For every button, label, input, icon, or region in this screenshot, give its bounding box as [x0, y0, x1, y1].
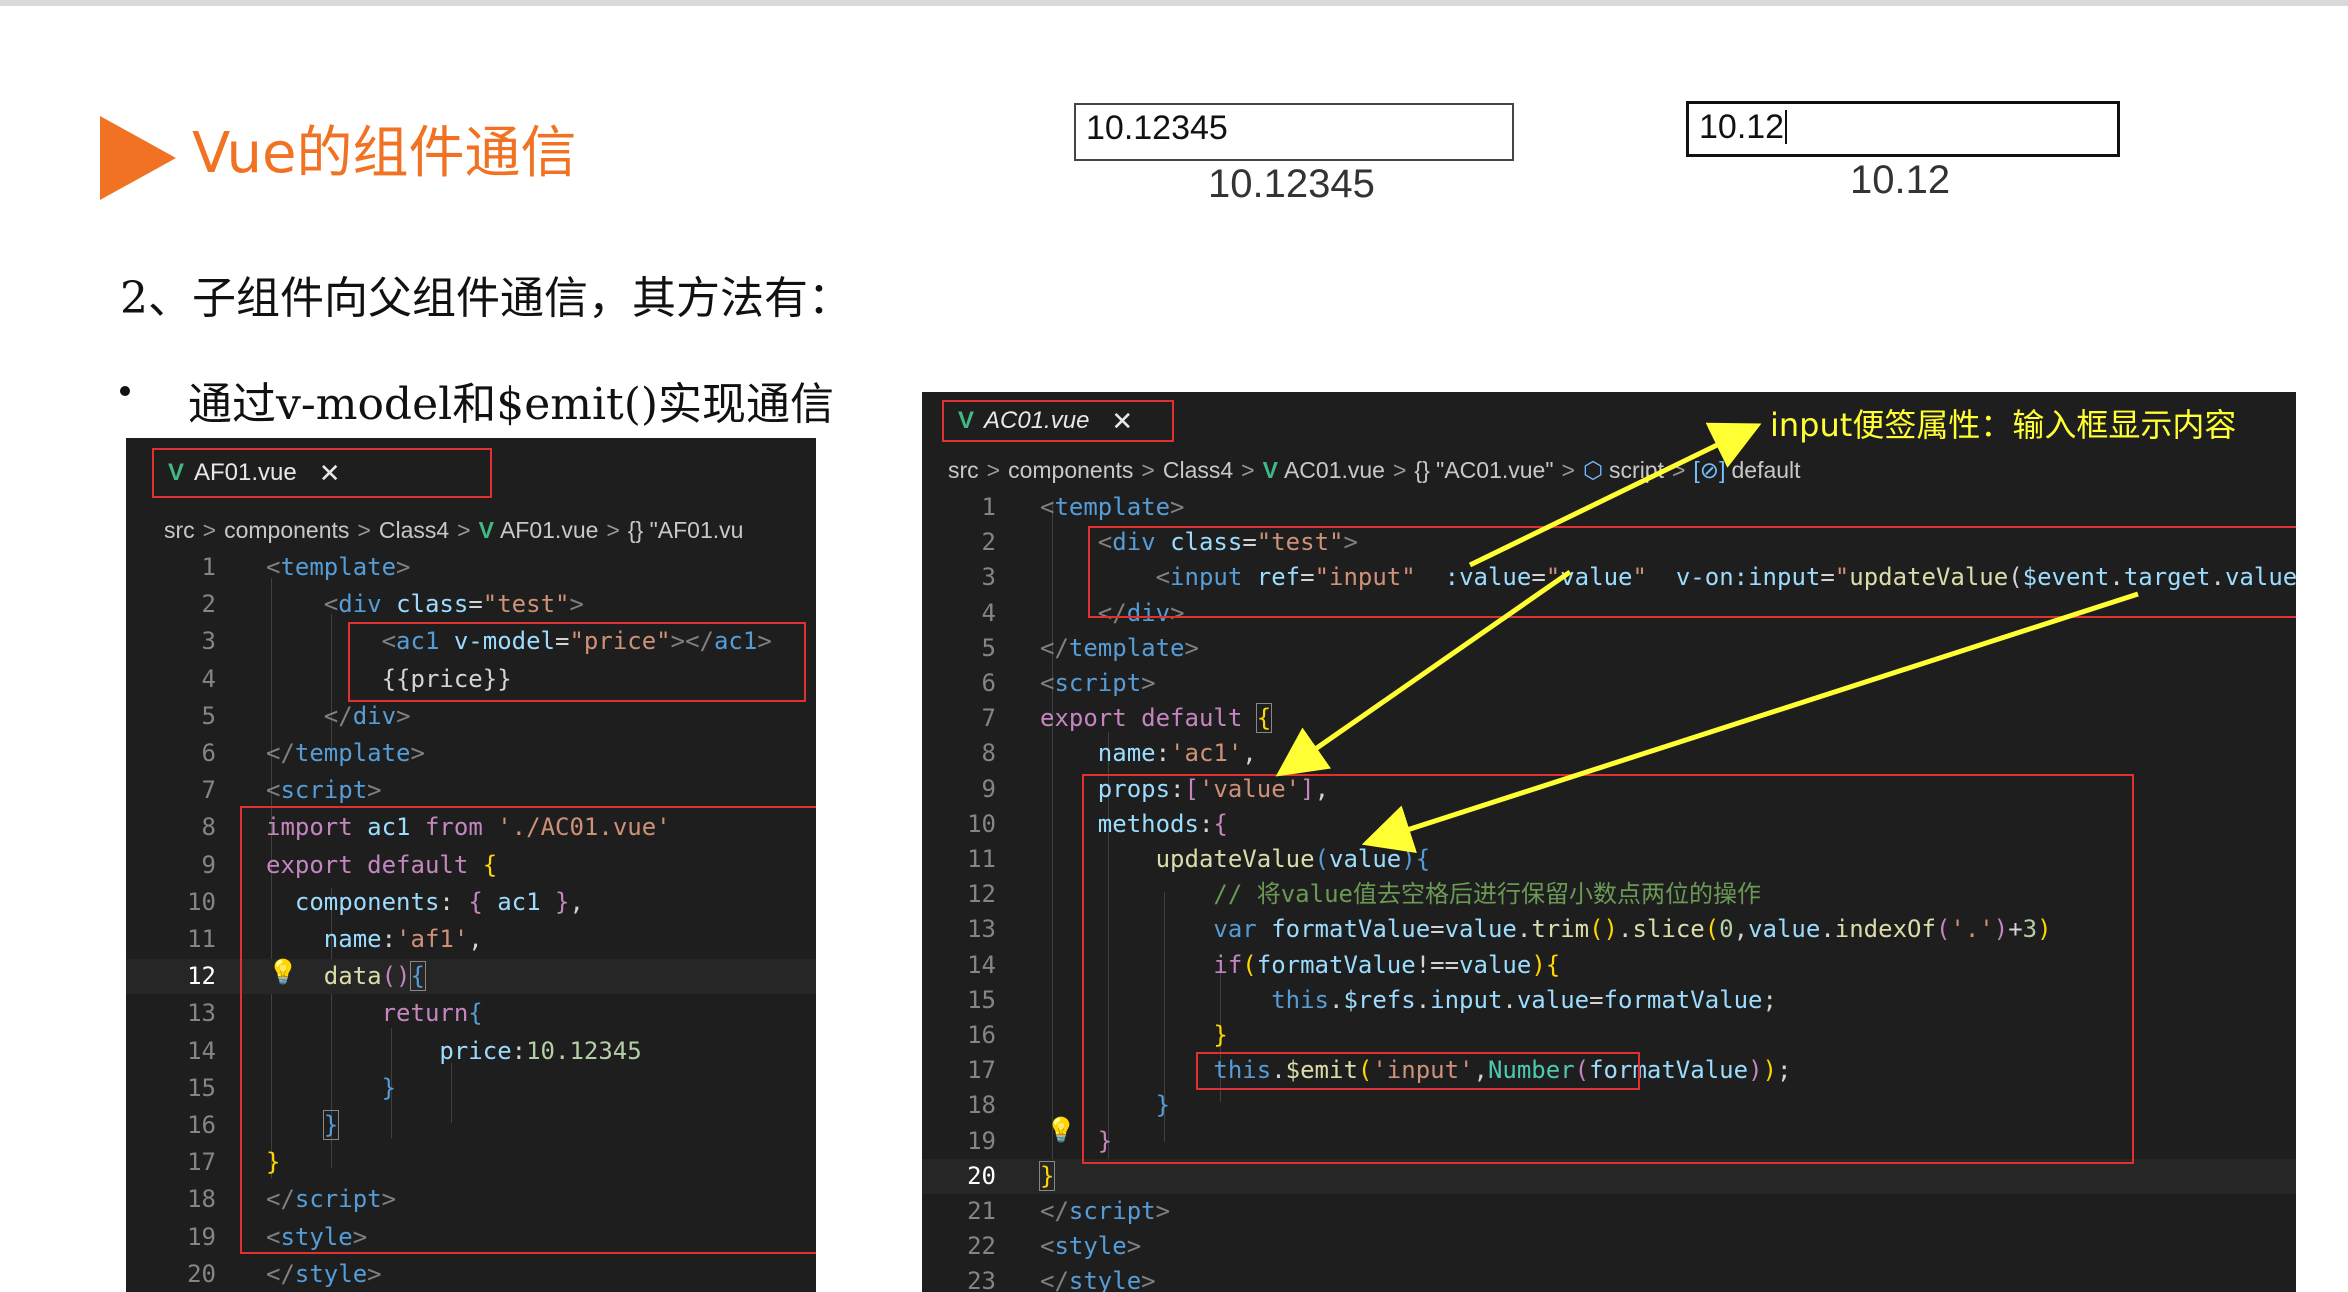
arrow-to-annotation — [1468, 422, 1762, 568]
arrow-to-name — [1275, 569, 1572, 777]
arrow-to-value-param — [1361, 591, 2139, 854]
annotation-arrows — [1275, 422, 2139, 854]
